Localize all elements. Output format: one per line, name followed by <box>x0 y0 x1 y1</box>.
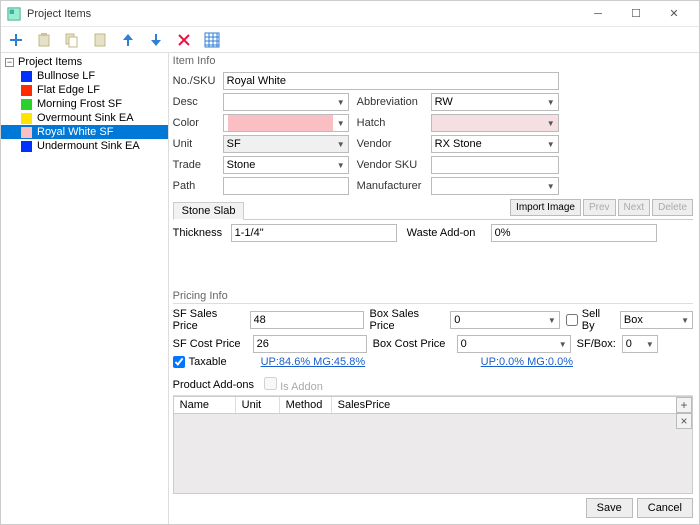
unit-label: Unit <box>173 138 215 150</box>
close-button[interactable]: ✕ <box>655 1 693 27</box>
margin-link-2[interactable]: UP:0.0% MG:0.0% <box>481 356 573 368</box>
save-button[interactable]: Save <box>586 498 633 518</box>
nosku-label: No./SKU <box>173 75 215 87</box>
desc-label: Desc <box>173 96 215 108</box>
color-label: Color <box>173 117 215 129</box>
box-cost-label: Box Cost Price <box>373 338 451 350</box>
grid-icon[interactable] <box>203 31 221 49</box>
copy-icon[interactable] <box>63 31 81 49</box>
tree-item-label: Bullnose LF <box>37 70 95 82</box>
delete-icon[interactable] <box>175 31 193 49</box>
sf-cost-label: SF Cost Price <box>173 338 247 350</box>
prev-image-button[interactable]: Prev <box>583 199 616 216</box>
col-method[interactable]: Method <box>280 397 332 413</box>
item-info-header: Item Info <box>173 55 693 68</box>
project-tree[interactable]: − Project Items Bullnose LF Flat Edge LF M… <box>1 53 169 524</box>
add-icon[interactable] <box>7 31 25 49</box>
import-image-button[interactable]: Import Image <box>510 199 581 216</box>
app-icon <box>7 7 21 21</box>
move-up-icon[interactable] <box>119 31 137 49</box>
pricing-header: Pricing Info <box>173 290 693 304</box>
thickness-label: Thickness <box>173 227 225 239</box>
stone-slab-tab[interactable]: Stone Slab <box>173 202 245 220</box>
unit-combo[interactable]: SF▼ <box>223 135 349 153</box>
nosku-input[interactable] <box>223 72 559 90</box>
color-swatch-icon <box>21 113 32 124</box>
delete-image-button[interactable]: Delete <box>652 199 693 216</box>
tree-item[interactable]: Undermount Sink EA <box>1 139 168 153</box>
vendor-label: Vendor <box>357 138 423 150</box>
sellby-combo[interactable]: Box▼ <box>620 311 693 329</box>
color-swatch-icon <box>21 99 32 110</box>
abbrev-combo[interactable]: RW▼ <box>431 93 559 111</box>
collapse-icon[interactable]: − <box>5 58 14 67</box>
hatch-label: Hatch <box>357 117 423 129</box>
is-addon-check[interactable]: Is Addon <box>264 377 323 393</box>
tree-item[interactable]: Royal White SF <box>1 125 168 139</box>
vendorsku-input[interactable] <box>431 156 559 174</box>
addon-add-icon[interactable]: + <box>676 397 692 413</box>
trade-label: Trade <box>173 159 215 171</box>
addon-remove-icon[interactable]: × <box>676 413 692 429</box>
addons-header: Product Add-ons <box>173 379 254 391</box>
path-input[interactable] <box>223 177 349 195</box>
next-image-button[interactable]: Next <box>618 199 651 216</box>
mfr-combo[interactable]: ▼ <box>431 177 559 195</box>
clipboard-icon[interactable] <box>91 31 109 49</box>
thickness-input[interactable] <box>231 224 397 242</box>
hatch-combo[interactable]: ▼ <box>431 114 559 132</box>
paste-icon[interactable] <box>35 31 53 49</box>
box-sales-label: Box Sales Price <box>370 308 445 332</box>
color-swatch-icon <box>21 85 32 96</box>
waste-label: Waste Add-on <box>407 227 485 239</box>
minimize-button[interactable]: ─ <box>579 1 617 27</box>
box-sales-combo[interactable]: 0▼ <box>450 311 560 329</box>
abbrev-label: Abbreviation <box>357 96 423 108</box>
tree-root-label: Project Items <box>18 56 82 68</box>
sfbox-label: SF/Box: <box>577 338 616 350</box>
tree-item-label: Flat Edge LF <box>37 84 100 96</box>
color-swatch-icon <box>21 71 32 82</box>
sf-sales-input[interactable] <box>250 311 364 329</box>
col-salesprice[interactable]: SalesPrice <box>332 397 692 413</box>
tree-item[interactable]: Morning Frost SF <box>1 97 168 111</box>
sfbox-combo[interactable]: 0▼ <box>622 335 658 353</box>
vendorsku-label: Vendor SKU <box>357 159 423 171</box>
color-swatch-icon <box>21 141 32 152</box>
sf-sales-label: SF Sales Price <box>173 308 244 332</box>
mfr-label: Manufacturer <box>357 180 423 192</box>
col-name[interactable]: Name <box>174 397 236 413</box>
color-picker[interactable]: ▼ <box>223 114 349 132</box>
sellby-check[interactable]: Sell By <box>566 308 614 332</box>
tree-item-label: Undermount Sink EA <box>37 140 140 152</box>
cancel-button[interactable]: Cancel <box>637 498 693 518</box>
trade-combo[interactable]: Stone▼ <box>223 156 349 174</box>
tree-item-label: Royal White SF <box>37 126 113 138</box>
color-swatch-icon <box>21 127 32 138</box>
sf-cost-input[interactable] <box>253 335 367 353</box>
tree-item-label: Overmount Sink EA <box>37 112 134 124</box>
window-title: Project Items <box>27 8 579 20</box>
maximize-button[interactable]: ☐ <box>617 1 655 27</box>
waste-input[interactable] <box>491 224 657 242</box>
tree-item-label: Morning Frost SF <box>37 98 122 110</box>
col-unit[interactable]: Unit <box>236 397 280 413</box>
margin-link-1[interactable]: UP:84.6% MG:45.8% <box>261 356 366 368</box>
desc-combo[interactable]: ▼ <box>223 93 349 111</box>
move-down-icon[interactable] <box>147 31 165 49</box>
tree-item[interactable]: Flat Edge LF <box>1 83 168 97</box>
box-cost-combo[interactable]: 0▼ <box>457 335 571 353</box>
taxable-check[interactable]: Taxable <box>173 356 227 368</box>
path-label: Path <box>173 180 215 192</box>
tree-root[interactable]: − Project Items <box>1 55 168 69</box>
vendor-combo[interactable]: RX Stone▼ <box>431 135 559 153</box>
tree-item[interactable]: Overmount Sink EA <box>1 111 168 125</box>
tree-item[interactable]: Bullnose LF <box>1 69 168 83</box>
addon-grid[interactable]: Name Unit Method SalesPrice + × <box>173 396 693 494</box>
